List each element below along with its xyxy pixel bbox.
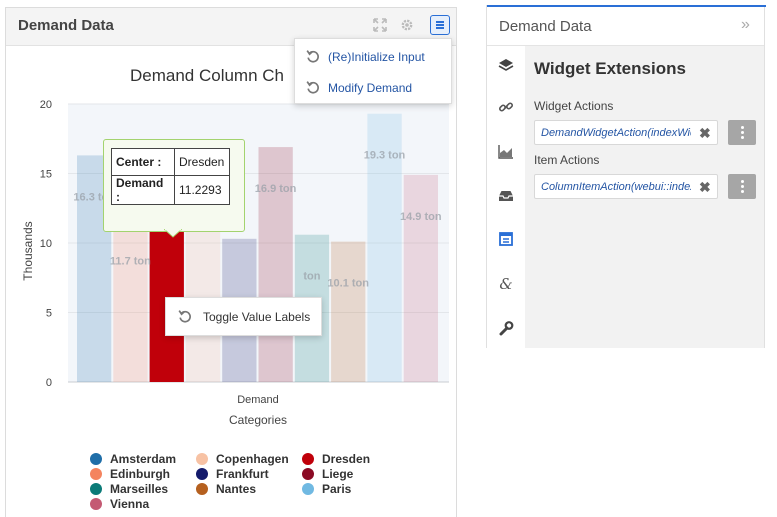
undo-icon xyxy=(178,310,191,323)
widget-action-field[interactable]: DemandWidgetAction(indexWidget::...) ✖ xyxy=(534,120,718,145)
tooltip-key: Center : xyxy=(111,148,175,176)
bar-edinburgh[interactable] xyxy=(113,219,148,382)
legend-marker xyxy=(196,453,208,465)
wrench-icon[interactable] xyxy=(497,319,515,337)
legend-marker xyxy=(90,453,102,465)
legend-label: Nantes xyxy=(216,482,257,496)
menu-item-reinitialize-input[interactable]: (Re)Initialize Input xyxy=(295,41,451,71)
bar-value-label: 11.7 ton xyxy=(110,255,151,267)
tooltip-row: Demand : 11.2293 xyxy=(111,175,230,205)
ampersand-icon[interactable]: & xyxy=(497,275,515,293)
widget-actions-dropdown: (Re)Initialize Input Modify Demand xyxy=(294,38,452,104)
menu-item-label: Modify Demand xyxy=(328,81,413,95)
tooltip-value: Dresden xyxy=(174,148,230,176)
item-action-options-button[interactable] xyxy=(728,174,756,199)
legend-marker xyxy=(90,483,102,495)
tooltip-table: Center : Dresden Demand : 11.2293 xyxy=(111,148,230,205)
menu-item-modify-demand[interactable]: Modify Demand xyxy=(295,72,451,102)
panel-title: Demand Data xyxy=(499,18,592,35)
bar-value-label: 10.1 ton xyxy=(327,278,369,290)
panel-header: Demand Data » xyxy=(487,7,764,46)
bar-value-label: 19.3 ton xyxy=(364,150,406,162)
section-title: Widget Extensions xyxy=(534,59,686,78)
legend-marker xyxy=(302,483,314,495)
item-action-field[interactable]: ColumnItemAction(webui::indexColumn...) … xyxy=(534,174,718,199)
link-icon[interactable] xyxy=(497,98,515,116)
chart-tooltip: Center : Dresden Demand : 11.2293 xyxy=(103,139,245,238)
undo-icon xyxy=(306,50,319,63)
toggle-value-labels-menu[interactable]: Toggle Value Labels xyxy=(165,297,322,336)
legend-label: Dresden xyxy=(322,452,371,466)
layers-icon[interactable] xyxy=(497,56,515,74)
bar-nantes[interactable] xyxy=(331,241,366,382)
chart-title: Demand Column Ch xyxy=(130,66,284,85)
y-tick-label: 20 xyxy=(40,99,52,111)
widget-extensions-content: Widget Extensions Widget Actions DemandW… xyxy=(525,46,764,348)
widget-action-value: DemandWidgetAction(indexWidget::...) xyxy=(541,127,691,139)
legend-label: Paris xyxy=(322,482,352,496)
legend-label: Vienna xyxy=(110,497,150,511)
toggle-value-labels-item[interactable]: Toggle Value Labels xyxy=(203,310,310,324)
clear-widget-action-icon[interactable]: ✖ xyxy=(699,125,711,142)
tooltip-value: 11.2293 xyxy=(174,175,230,205)
legend-label: Marseilles xyxy=(110,482,169,496)
legend-label: Liege xyxy=(322,467,354,481)
legend-label: Frankfurt xyxy=(216,467,269,481)
bar-value-label: 14.9 ton xyxy=(400,211,442,223)
widget-action-options-button[interactable] xyxy=(728,120,756,145)
item-actions-label: Item Actions xyxy=(534,153,600,167)
legend-marker xyxy=(302,468,314,480)
legend-label: Copenhagen xyxy=(216,452,289,466)
widget-actions-label: Widget Actions xyxy=(534,99,614,113)
clear-item-action-icon[interactable]: ✖ xyxy=(699,179,711,196)
undo-icon xyxy=(306,81,319,94)
y-axis-label: Thousands xyxy=(21,221,35,280)
legend-label: Amsterdam xyxy=(110,452,177,466)
x-axis-label: Categories xyxy=(229,413,287,427)
svg-text:&: & xyxy=(499,275,512,293)
legend-marker xyxy=(302,453,314,465)
legend-marker xyxy=(196,468,208,480)
legend-label: Edinburgh xyxy=(110,467,170,481)
panel-side-nav: & xyxy=(487,46,525,348)
item-action-value: ColumnItemAction(webui::indexColumn...) xyxy=(541,181,691,193)
tooltip-key: Demand : xyxy=(111,175,175,205)
area-chart-icon[interactable] xyxy=(497,143,515,161)
bar-value-label: ton xyxy=(303,271,320,283)
y-tick-label: 15 xyxy=(40,169,52,181)
x-tick-label: Demand xyxy=(237,394,279,406)
tooltip-row: Center : Dresden xyxy=(111,148,230,176)
bar-vienna[interactable] xyxy=(403,174,438,382)
y-tick-label: 5 xyxy=(46,308,52,320)
chart-y-ticks: 0 5 10 15 20 xyxy=(40,99,52,389)
tooltip-pointer xyxy=(164,229,182,238)
bar-value-label: 16.9 ton xyxy=(255,183,297,195)
y-tick-label: 0 xyxy=(46,377,52,389)
legend-marker xyxy=(90,468,102,480)
legend-marker xyxy=(196,483,208,495)
double-chevron-right-icon[interactable]: » xyxy=(741,16,750,34)
widget-settings-icon[interactable] xyxy=(497,230,515,248)
menu-item-label: (Re)Initialize Input xyxy=(328,50,425,64)
y-tick-label: 10 xyxy=(40,238,52,250)
inbox-icon[interactable] xyxy=(497,187,515,205)
legend-marker xyxy=(90,498,102,510)
widget-extensions-panel: Demand Data » & Widget Extensions Widget… xyxy=(486,5,766,348)
